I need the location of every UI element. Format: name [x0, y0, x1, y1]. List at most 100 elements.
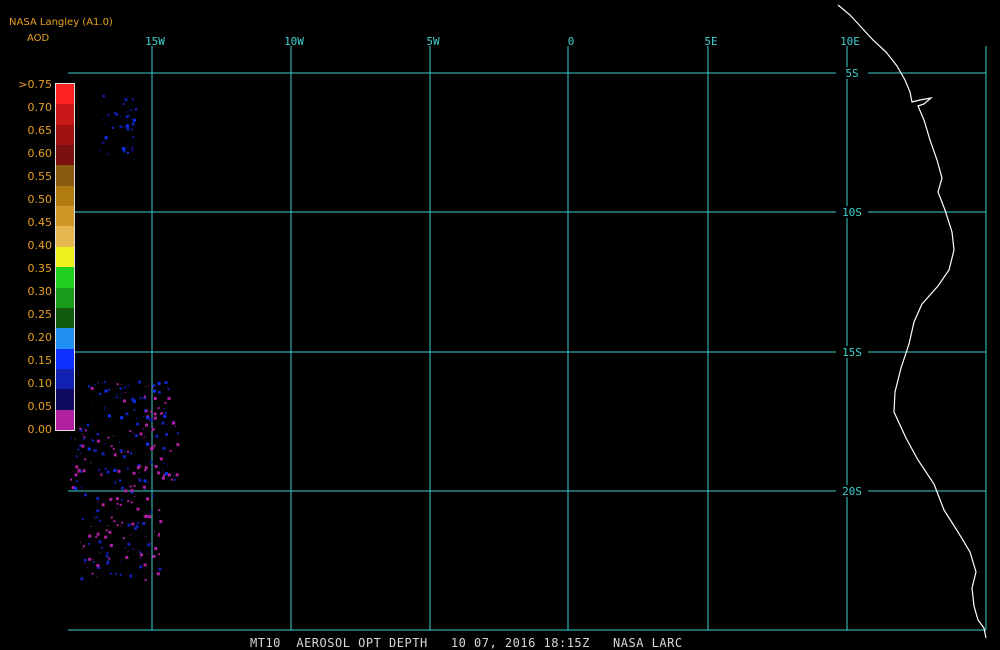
aerosol-pixel — [92, 422, 94, 424]
aerosol-pixel — [145, 386, 147, 388]
aerosol-pixel — [130, 565, 132, 567]
aerosol-pixel — [147, 543, 151, 547]
aerosol-pixel — [106, 561, 110, 565]
aerosol-pixel — [92, 449, 94, 451]
aerosol-pixel — [109, 108, 111, 110]
aerosol-pixel — [112, 435, 114, 437]
aerosol-pixel — [107, 414, 111, 418]
aerosol-pixel — [148, 515, 152, 519]
aerosol-pixel — [144, 436, 146, 438]
aerosol-pixel — [132, 118, 136, 122]
aerosol-pixel — [96, 564, 100, 567]
legend-value-label: >0.75 — [18, 78, 52, 91]
aerosol-pixel — [96, 496, 100, 500]
aerosol-pixel — [102, 95, 105, 98]
aerosol-pixel — [92, 561, 95, 564]
aerosol-pixel — [119, 125, 122, 128]
aerosol-pixel — [170, 478, 173, 481]
aerosol-pixel — [102, 119, 104, 121]
aerosol-pixel — [134, 434, 138, 438]
aerosol-pixel — [151, 495, 154, 498]
aerosol-pixel — [149, 460, 152, 463]
aerosol-pixel — [103, 381, 106, 384]
aerosol-pixel — [124, 392, 126, 393]
aerosol-pixel — [91, 439, 94, 442]
aerosol-pixel — [124, 489, 128, 493]
aerosol-pixel — [128, 384, 130, 386]
aerosol-pixel — [153, 444, 156, 447]
aerosol-pixel — [76, 480, 79, 483]
aerosol-pixel — [99, 392, 102, 395]
aerosol-pixel — [130, 501, 133, 504]
aerosol-pixel — [125, 578, 127, 580]
lat-label: 15S — [842, 346, 862, 359]
aerosol-pixel — [151, 510, 152, 512]
aerosol-pixel — [144, 514, 148, 518]
aerosol-pixel — [116, 524, 119, 527]
aerosol-pixel — [109, 572, 112, 575]
aerosol-pixel — [119, 504, 121, 506]
aerosol-pixel — [111, 126, 114, 129]
aerosol-pixel — [130, 534, 132, 536]
aerosol-pixel — [131, 98, 134, 101]
aerosol-pixel — [116, 393, 118, 395]
aerosol-pixel — [138, 478, 142, 482]
aerosol-pixel — [122, 147, 126, 151]
aerosol-pixel — [152, 386, 154, 388]
aerosol-pixel — [136, 522, 139, 525]
aerosol-pixel — [167, 464, 169, 466]
aerosol-pixel — [115, 497, 119, 501]
aerosol-pixel — [105, 529, 108, 532]
aerosol-pixel — [114, 481, 117, 484]
legend-value-label: 0.50 — [27, 193, 53, 206]
aerosol-pixel — [96, 516, 99, 519]
aerosol-pixel — [156, 572, 160, 576]
image-caption: MT10 AEROSOL OPT DEPTH 10 07, 2016 18:15… — [250, 636, 683, 650]
aerosol-pixel — [117, 97, 119, 98]
aerosol-pixel — [108, 530, 112, 534]
aerosol-pixel — [104, 443, 106, 445]
aerosol-pixel — [142, 485, 146, 489]
aerosol-pixel — [121, 383, 123, 385]
aerosol-pixel — [93, 449, 97, 452]
aerosol-pixel — [74, 438, 76, 440]
product-subtitle: AOD — [27, 33, 50, 44]
aerosol-pixel — [157, 534, 160, 537]
aerosol-pixel — [100, 150, 101, 152]
aerosol-pixel — [74, 486, 78, 490]
aerosol-pixel — [153, 464, 155, 466]
aerosol-pixel — [149, 463, 151, 465]
aerosol-pixel — [153, 416, 157, 420]
aerosol-pixel — [88, 534, 92, 538]
aerosol-pixel — [101, 503, 105, 507]
aerosol-pixel — [102, 472, 103, 474]
aerosol-pixel — [116, 130, 117, 132]
aerosol-pixel — [116, 508, 118, 509]
aerosol-pixel — [119, 560, 121, 562]
aerosol-pixel — [163, 474, 165, 477]
aerosol-pixel — [119, 387, 122, 390]
aerosol-pixel — [83, 558, 87, 562]
aerosol-pixel — [81, 444, 85, 448]
aerosol-pixel — [150, 511, 153, 514]
aerosol-pixel — [147, 481, 149, 483]
aerosol-pixel — [151, 446, 155, 450]
aerosol-pixel — [101, 383, 103, 385]
aerosol-pixel — [113, 520, 116, 523]
aerosol-pixel — [120, 525, 122, 527]
aerosol-pixel — [120, 416, 124, 420]
aerosol-pixel — [167, 388, 170, 391]
product-title: NASA Langley (A1.0) — [9, 17, 113, 28]
aerosol-pixel — [159, 412, 162, 415]
aerosol-pixel — [163, 463, 165, 464]
aerosol-pixel — [91, 404, 93, 406]
aerosol-pixel — [174, 423, 176, 425]
aerosol-pixel — [139, 432, 143, 436]
aerosol-pixel — [164, 401, 167, 404]
aerosol-pixel — [122, 126, 125, 128]
aerosol-pixel — [101, 141, 105, 145]
aerosol-pixel — [126, 111, 128, 113]
aerosol-pixel — [114, 572, 117, 575]
aerosol-pixel — [92, 559, 94, 561]
aerosol-pixel — [71, 437, 72, 439]
